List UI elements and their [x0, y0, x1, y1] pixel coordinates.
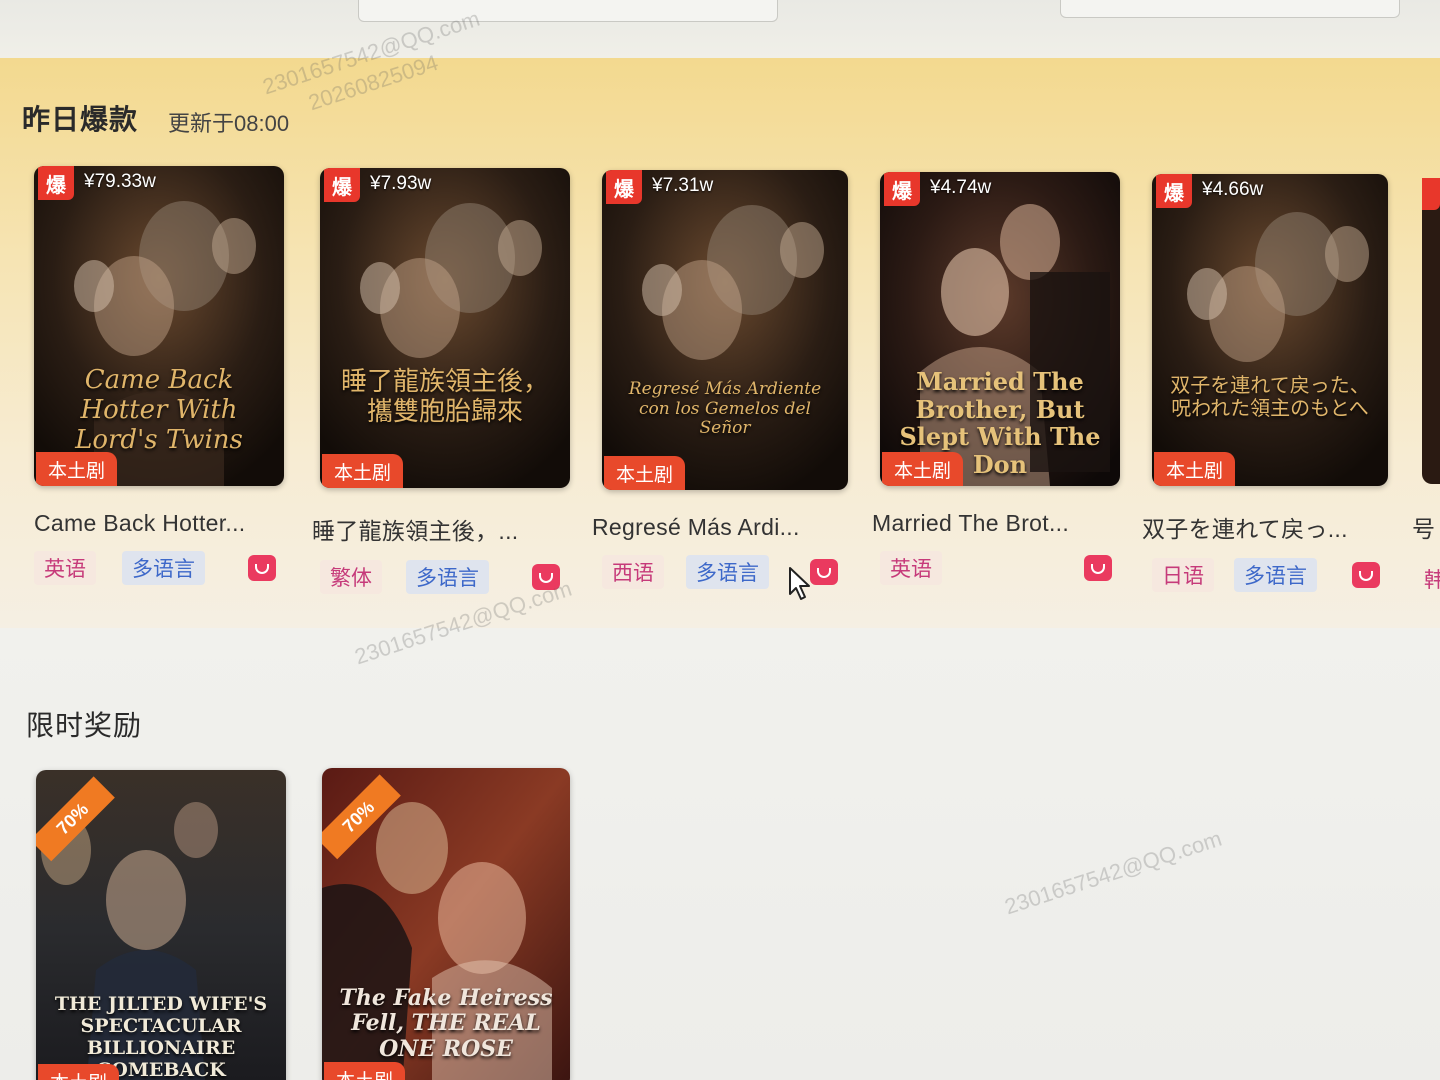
- local-drama-tag: 本土剧: [1154, 452, 1236, 486]
- reward-section: 限时奖励 70% THE JILTED WIFE'S SPECTACULAR B…: [0, 628, 1440, 1080]
- multi-language-tag[interactable]: 多语言: [122, 551, 205, 585]
- language-tag-partial[interactable]: 韩: [1424, 564, 1440, 594]
- local-drama-tag: 本土剧: [324, 1062, 406, 1080]
- local-drama-tag: 本土剧: [38, 1064, 120, 1080]
- card-name[interactable]: 双子を連れて戻っ...: [1142, 510, 1404, 544]
- price-label: ¥4.66w: [1202, 179, 1264, 200]
- mouse-cursor-icon: [789, 567, 810, 600]
- favorite-icon[interactable]: [1084, 555, 1112, 581]
- reward-card-cover[interactable]: 70% The Fake Heiress Fell, THE REAL ONE …: [322, 768, 570, 1080]
- language-tag[interactable]: 英语: [34, 551, 96, 585]
- price-label: ¥4.74w: [930, 177, 992, 198]
- cover-title: 睡了龍族領主後，攜雙胞胎歸來: [340, 367, 549, 427]
- language-tag[interactable]: 繁体: [320, 560, 382, 594]
- hot-section: 昨日爆款 更新于08:00 爆 ¥79.33w Came Back Hotter…: [0, 58, 1440, 628]
- language-tag[interactable]: 西语: [602, 555, 664, 589]
- local-drama-tag: 本土剧: [36, 452, 118, 486]
- reward-card[interactable]: 70% The Fake Heiress Fell, THE REAL ONE …: [322, 768, 578, 1080]
- hot-section-title: 昨日爆款: [22, 104, 139, 135]
- hot-badge-partial: [1422, 178, 1440, 210]
- cover-title: The Fake Heiress Fell, THE REAL ONE ROSE: [339, 985, 553, 1062]
- multi-language-tag[interactable]: 多语言: [686, 555, 769, 589]
- cover-art: [320, 168, 570, 488]
- hot-card[interactable]: 爆 ¥4.74w Married The Brother, But Slept …: [872, 172, 1136, 587]
- price-label: ¥79.33w: [84, 171, 156, 192]
- card-name[interactable]: Regresé Más Ardi...: [592, 514, 854, 541]
- local-drama-tag: 本土剧: [604, 456, 686, 490]
- card-name[interactable]: Came Back Hotter...: [34, 510, 296, 537]
- hot-updated-time: 更新于08:00: [168, 111, 290, 136]
- page: 昨日爆款 更新于08:00 爆 ¥79.33w Came Back Hotter…: [0, 0, 1440, 1080]
- local-drama-tag: 本土剧: [322, 454, 404, 488]
- reward-card-cover[interactable]: 70% THE JILTED WIFE'S SPECTACULAR BILLIO…: [36, 770, 286, 1080]
- multi-language-tag[interactable]: 多语言: [1234, 558, 1317, 592]
- favorite-icon[interactable]: [810, 559, 838, 585]
- top-toolbar-strip: [0, 0, 1440, 58]
- hot-card-cover[interactable]: 爆 ¥7.93w 睡了龍族領主後，攜雙胞胎歸來 本土剧: [320, 168, 570, 488]
- reward-section-title: 限时奖励: [26, 710, 143, 741]
- hot-card[interactable]: 爆 ¥4.66w 双子を連れて戻った、呪われた領主のもとへ 本土剧 双子を連れて…: [1142, 174, 1408, 594]
- hot-card-partial-cover[interactable]: [1422, 178, 1440, 484]
- top-search-box[interactable]: [358, 0, 778, 22]
- hot-card-cover[interactable]: 爆 ¥4.66w 双子を連れて戻った、呪われた領主のもとへ 本土剧: [1152, 174, 1388, 486]
- top-right-box[interactable]: [1060, 0, 1400, 18]
- card-name[interactable]: 睡了龍族領主後，...: [312, 512, 574, 546]
- price-label: ¥7.31w: [652, 175, 714, 196]
- hot-card[interactable]: 爆 ¥79.33w Came Back Hotter With Lord's T…: [34, 166, 290, 587]
- hot-badge: 爆: [606, 170, 642, 204]
- hot-badge: 爆: [38, 166, 74, 200]
- cover-title: 双子を連れて戻った、呪われた領主のもとへ: [1170, 373, 1370, 420]
- card-tags: 繁体 多语言: [320, 560, 576, 596]
- cover-art: [1152, 174, 1388, 486]
- reward-card[interactable]: 70% THE JILTED WIFE'S SPECTACULAR BILLIO…: [36, 770, 292, 1080]
- cover-art: [602, 170, 848, 490]
- multi-language-tag[interactable]: 多语言: [406, 560, 489, 594]
- hot-card-cover[interactable]: 爆 ¥79.33w Came Back Hotter With Lord's T…: [34, 166, 284, 486]
- hot-card-cover[interactable]: 爆 ¥7.31w Regresé Más Ardiente con los Ge…: [602, 170, 848, 490]
- price-label: ¥7.93w: [370, 173, 432, 194]
- cover-title: Came Back Hotter With Lord's Twins: [75, 365, 243, 455]
- language-tag[interactable]: 日语: [1152, 558, 1214, 592]
- favorite-icon[interactable]: [1352, 562, 1380, 588]
- card-tags: 英语: [880, 551, 1136, 587]
- language-tag[interactable]: 英语: [880, 551, 942, 585]
- card-name[interactable]: Married The Brot...: [872, 510, 1134, 537]
- hot-badge: 爆: [1156, 174, 1192, 208]
- card-name-partial[interactable]: 号: [1412, 510, 1435, 544]
- cover-title: Regresé Más Ardiente con los Gemelos del…: [628, 379, 822, 439]
- favorite-icon[interactable]: [248, 555, 276, 581]
- favorite-icon[interactable]: [532, 564, 560, 590]
- hot-badge: 爆: [884, 172, 920, 206]
- card-tags: 日语 多语言: [1152, 558, 1408, 594]
- hot-card[interactable]: 爆 ¥7.31w Regresé Más Ardiente con los Ge…: [592, 170, 858, 591]
- hot-card[interactable]: 爆 ¥7.93w 睡了龍族領主後，攜雙胞胎歸來 本土剧 睡了龍族領主後，... …: [312, 168, 576, 596]
- card-tags: 英语 多语言: [34, 551, 290, 587]
- local-drama-tag: 本土剧: [882, 452, 964, 486]
- card-tags: 西语 多语言: [602, 555, 858, 591]
- hot-badge: 爆: [324, 168, 360, 202]
- hot-card-cover[interactable]: 爆 ¥4.74w Married The Brother, But Slept …: [880, 172, 1120, 486]
